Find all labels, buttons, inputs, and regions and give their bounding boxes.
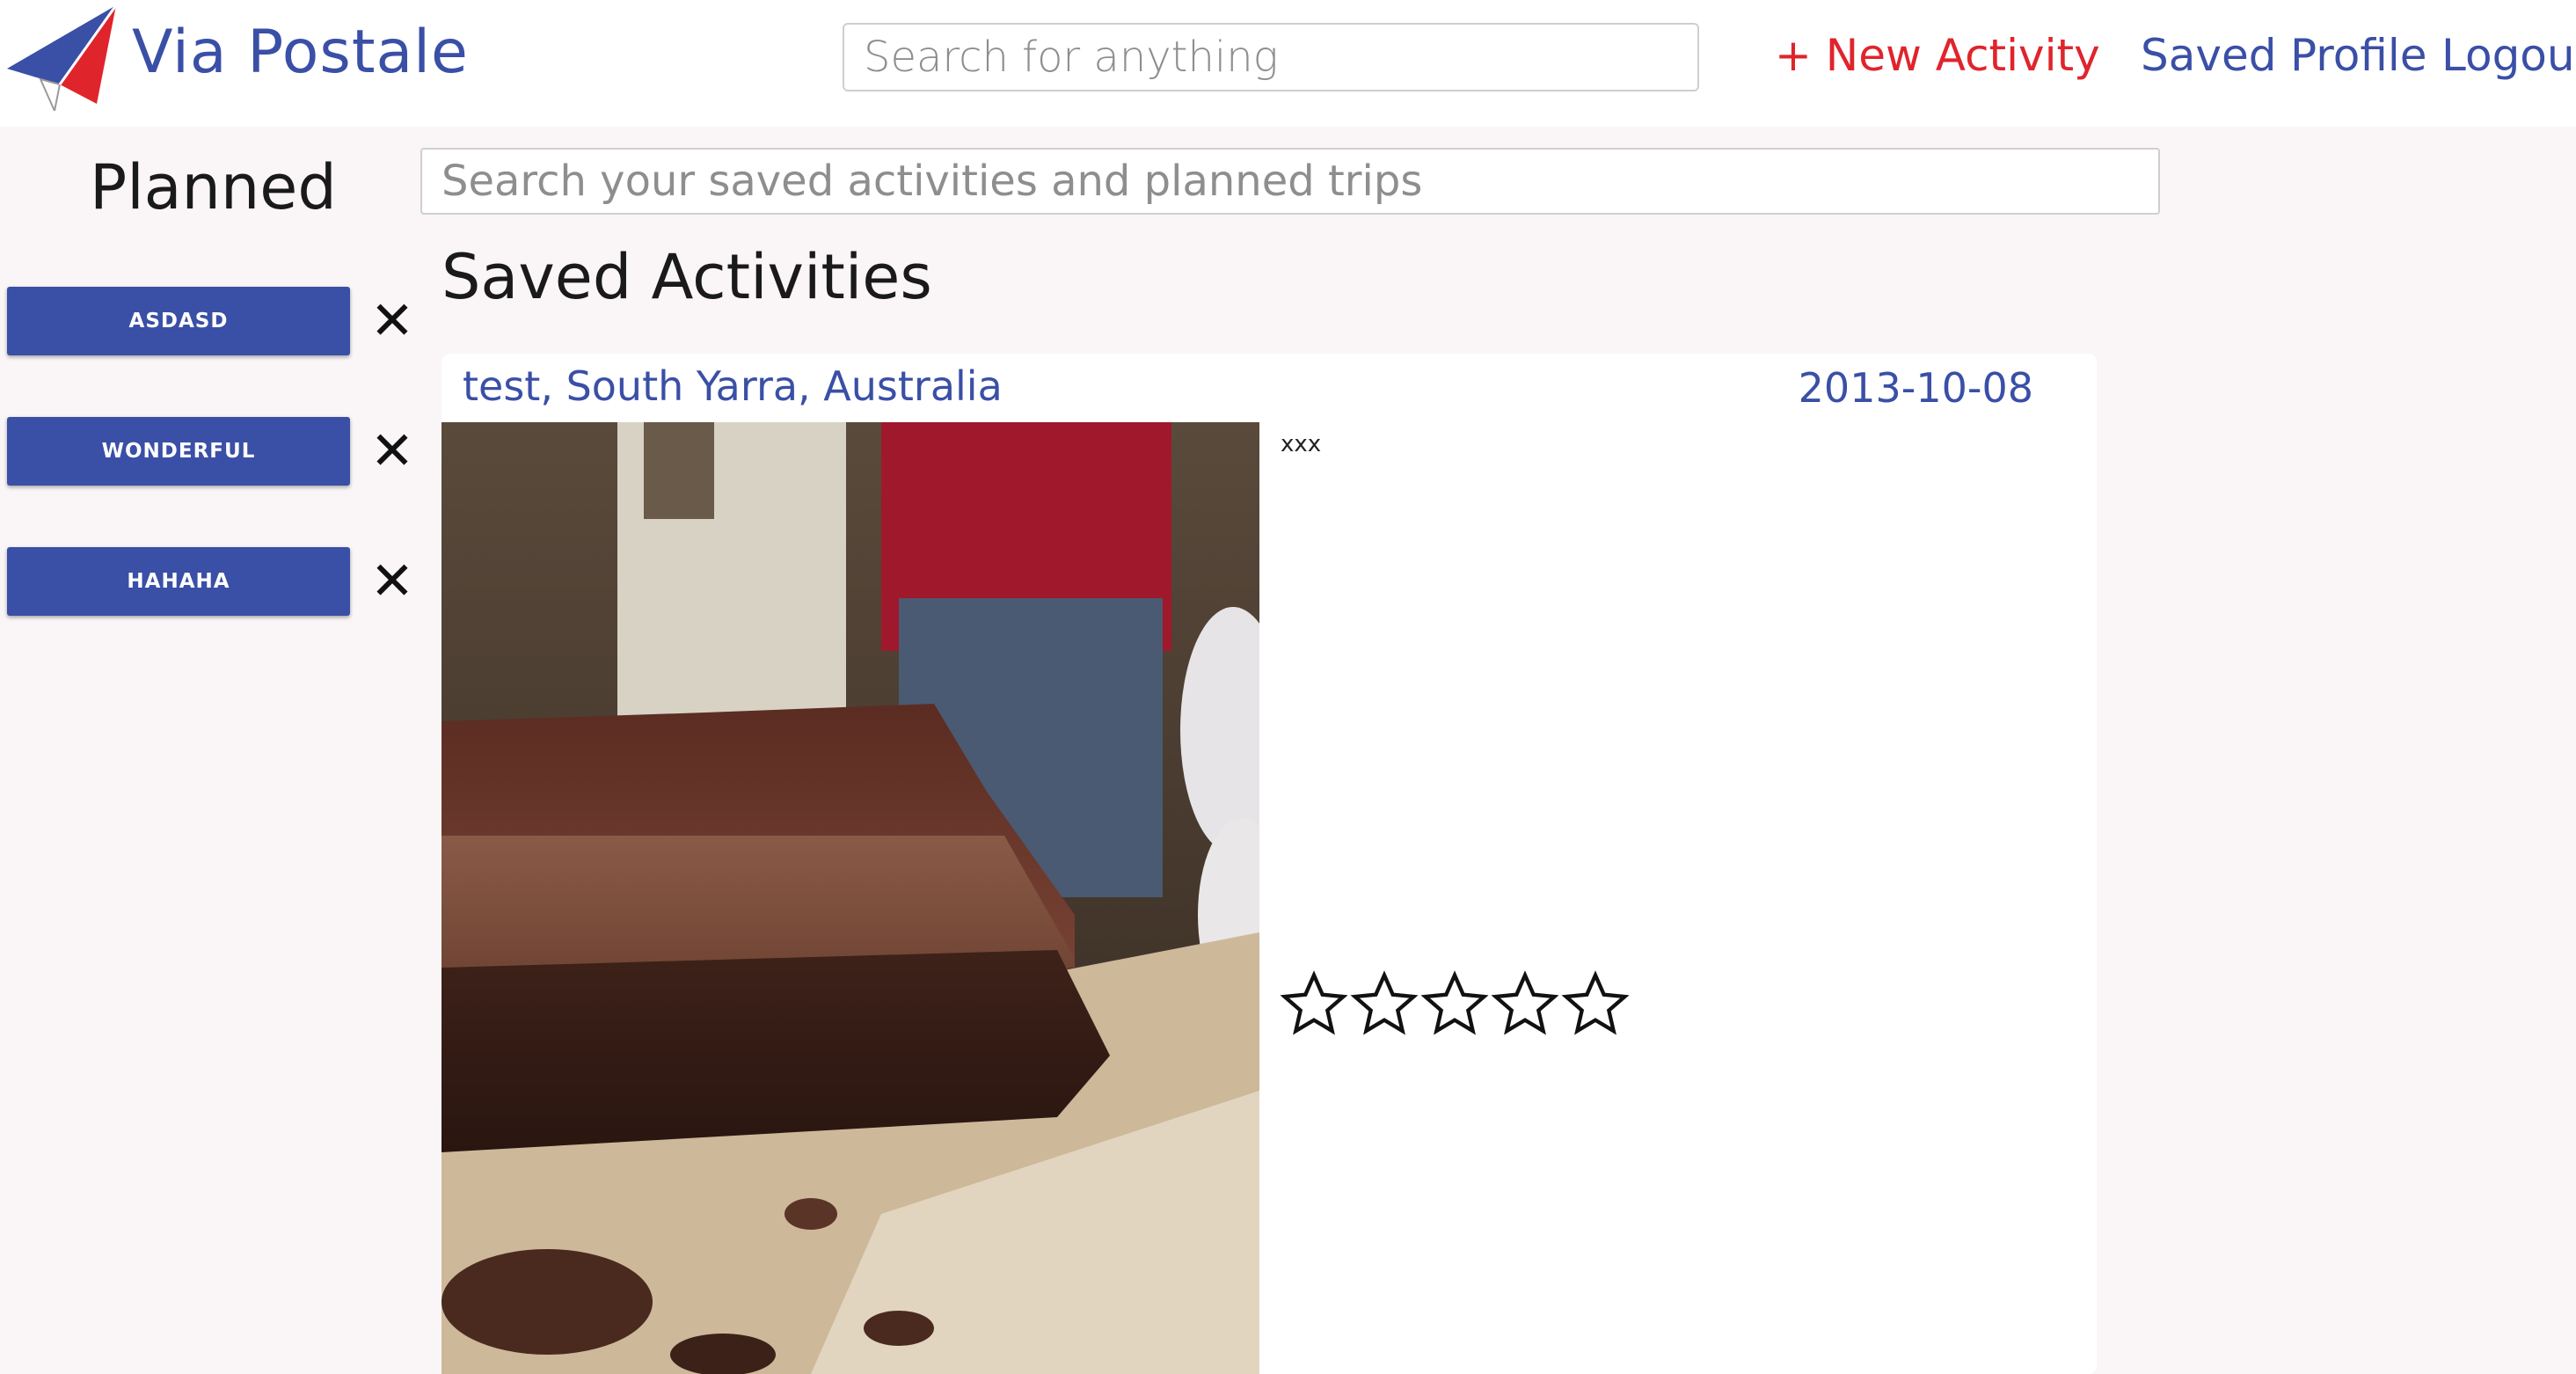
brand-name[interactable]: Via Postale: [132, 18, 469, 87]
paper-plane-logo-icon[interactable]: [5, 4, 116, 111]
activity-description: xxx: [1281, 431, 1322, 457]
remove-trip-icon[interactable]: ✕: [366, 551, 419, 612]
remove-trip-icon[interactable]: ✕: [366, 290, 419, 352]
activity-date: 2013-10-08: [1798, 364, 2033, 412]
global-search-input[interactable]: [843, 23, 1699, 91]
saved-activities-heading: Saved Activities: [441, 241, 932, 313]
top-navbar: Via Postale + New Activity Saved Profile…: [0, 0, 2576, 127]
planned-trip-button[interactable]: WONDERFUL: [7, 417, 350, 486]
saved-search-input[interactable]: [420, 148, 2160, 215]
nav-logout-link[interactable]: Logout: [2441, 30, 2576, 81]
activity-photo-image: [441, 422, 1259, 1374]
nav-profile-link[interactable]: Profile: [2290, 30, 2426, 81]
new-activity-link[interactable]: + New Activity: [1775, 30, 2100, 81]
activity-card: test, South Yarra, Australia 2013-10-08: [441, 354, 2097, 1374]
planned-trip-item: ASDASD ✕: [7, 287, 414, 357]
activity-photo[interactable]: [441, 422, 1259, 1374]
planned-trip-item: HAHAHA ✕: [7, 547, 414, 618]
star-outline-icon[interactable]: [1419, 969, 1490, 1040]
rating-stars: [1279, 969, 1631, 1040]
star-outline-icon[interactable]: [1279, 969, 1349, 1040]
planned-trip-button[interactable]: HAHAHA: [7, 547, 350, 616]
nav-saved-link[interactable]: Saved: [2141, 30, 2276, 81]
star-outline-icon[interactable]: [1490, 969, 1560, 1040]
planned-heading: Planned: [90, 151, 337, 223]
star-outline-icon[interactable]: [1560, 969, 1631, 1040]
star-outline-icon[interactable]: [1349, 969, 1419, 1040]
planned-trip-item: WONDERFUL ✕: [7, 417, 414, 487]
planned-trip-button[interactable]: ASDASD: [7, 287, 350, 355]
activity-title-link[interactable]: test, South Yarra, Australia: [463, 362, 1003, 410]
remove-trip-icon[interactable]: ✕: [366, 420, 419, 482]
